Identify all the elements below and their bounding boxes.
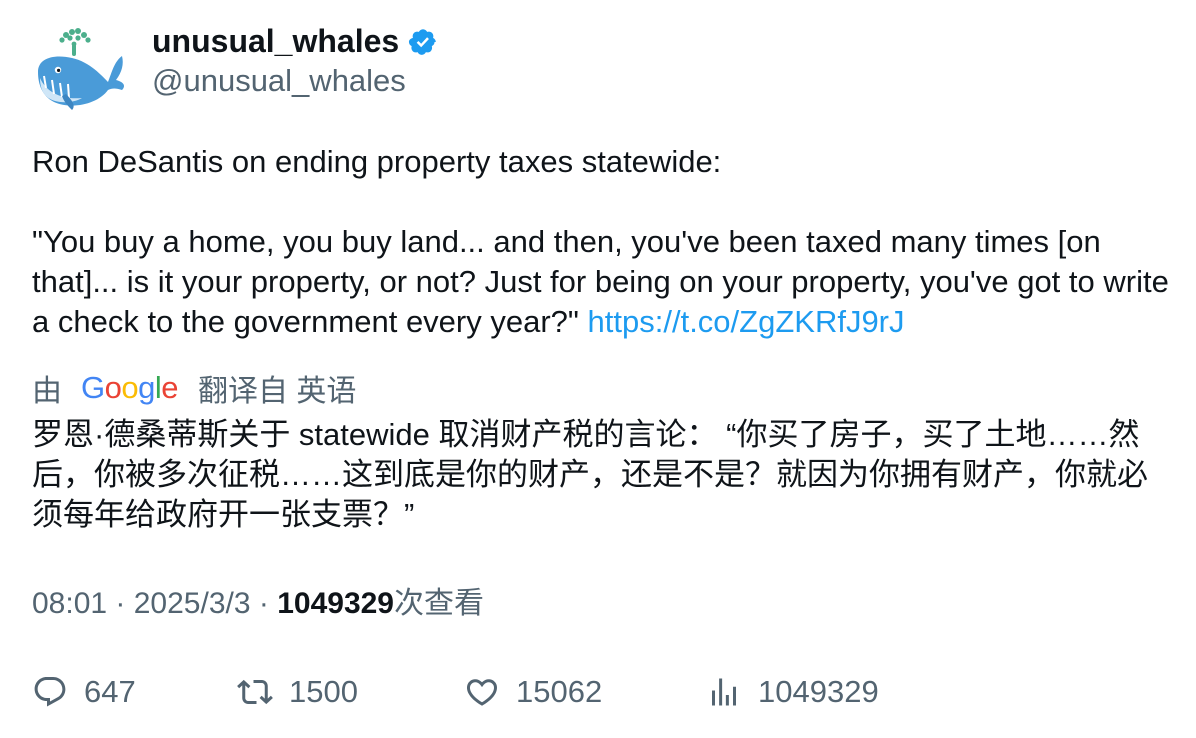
analytics-icon — [712, 678, 736, 706]
display-name[interactable]: unusual_whales — [152, 25, 399, 57]
retweet-count: 1500 — [289, 674, 358, 709]
tweet-actions: 647 1500 15062 1049329 — [32, 672, 1172, 712]
like-button[interactable]: 15062 — [464, 672, 602, 712]
reply-count: 647 — [84, 674, 136, 709]
retweet-icon — [237, 679, 273, 705]
handle[interactable]: @unusual_whales — [152, 62, 438, 100]
meta-separator: · — [250, 587, 278, 620]
reply-button[interactable]: 647 — [32, 672, 136, 712]
heart-icon — [466, 679, 498, 706]
tweet-text: Ron DeSantis on ending property taxes st… — [32, 142, 1172, 342]
translation-suffix: 翻译自 英语 — [198, 375, 357, 408]
views-action-count: 1049329 — [758, 674, 879, 709]
tweet-meta: 08:01 · 2025/3/3 · 1049329次查看 — [32, 584, 484, 624]
like-count: 15062 — [516, 674, 603, 709]
tweet-time[interactable]: 08:01 — [32, 587, 107, 620]
views-count: 1049329 — [277, 587, 394, 620]
retweet-button[interactable]: 1500 — [237, 672, 358, 712]
views-button[interactable]: 1049329 — [706, 672, 879, 712]
tweet-date[interactable]: 2025/3/3 — [134, 587, 251, 620]
reply-icon — [34, 677, 66, 707]
translation-prefix: 由 — [32, 375, 62, 408]
tweet-line-1: Ron DeSantis on ending property taxes st… — [32, 144, 722, 179]
tweet-quote: "You buy a home, you buy land... and the… — [32, 222, 1172, 342]
tweet-header: unusual_whales @unusual_whales — [32, 25, 732, 112]
verified-badge-icon — [409, 29, 436, 55]
views-label: 次查看 — [394, 587, 484, 620]
translation-attribution: 由 Google 翻译自 英语 — [32, 368, 356, 408]
whale-logo-icon — [38, 28, 124, 110]
meta-separator: · — [107, 587, 134, 620]
avatar[interactable] — [32, 26, 128, 112]
google-logo: Google — [81, 370, 179, 405]
tweet-link[interactable]: https://t.co/ZgZKRfJ9rJ — [588, 304, 905, 339]
translated-text: 罗恩·德桑蒂斯关于 statewide 取消财产税的言论： “你买了房子，买了土… — [32, 417, 1148, 532]
